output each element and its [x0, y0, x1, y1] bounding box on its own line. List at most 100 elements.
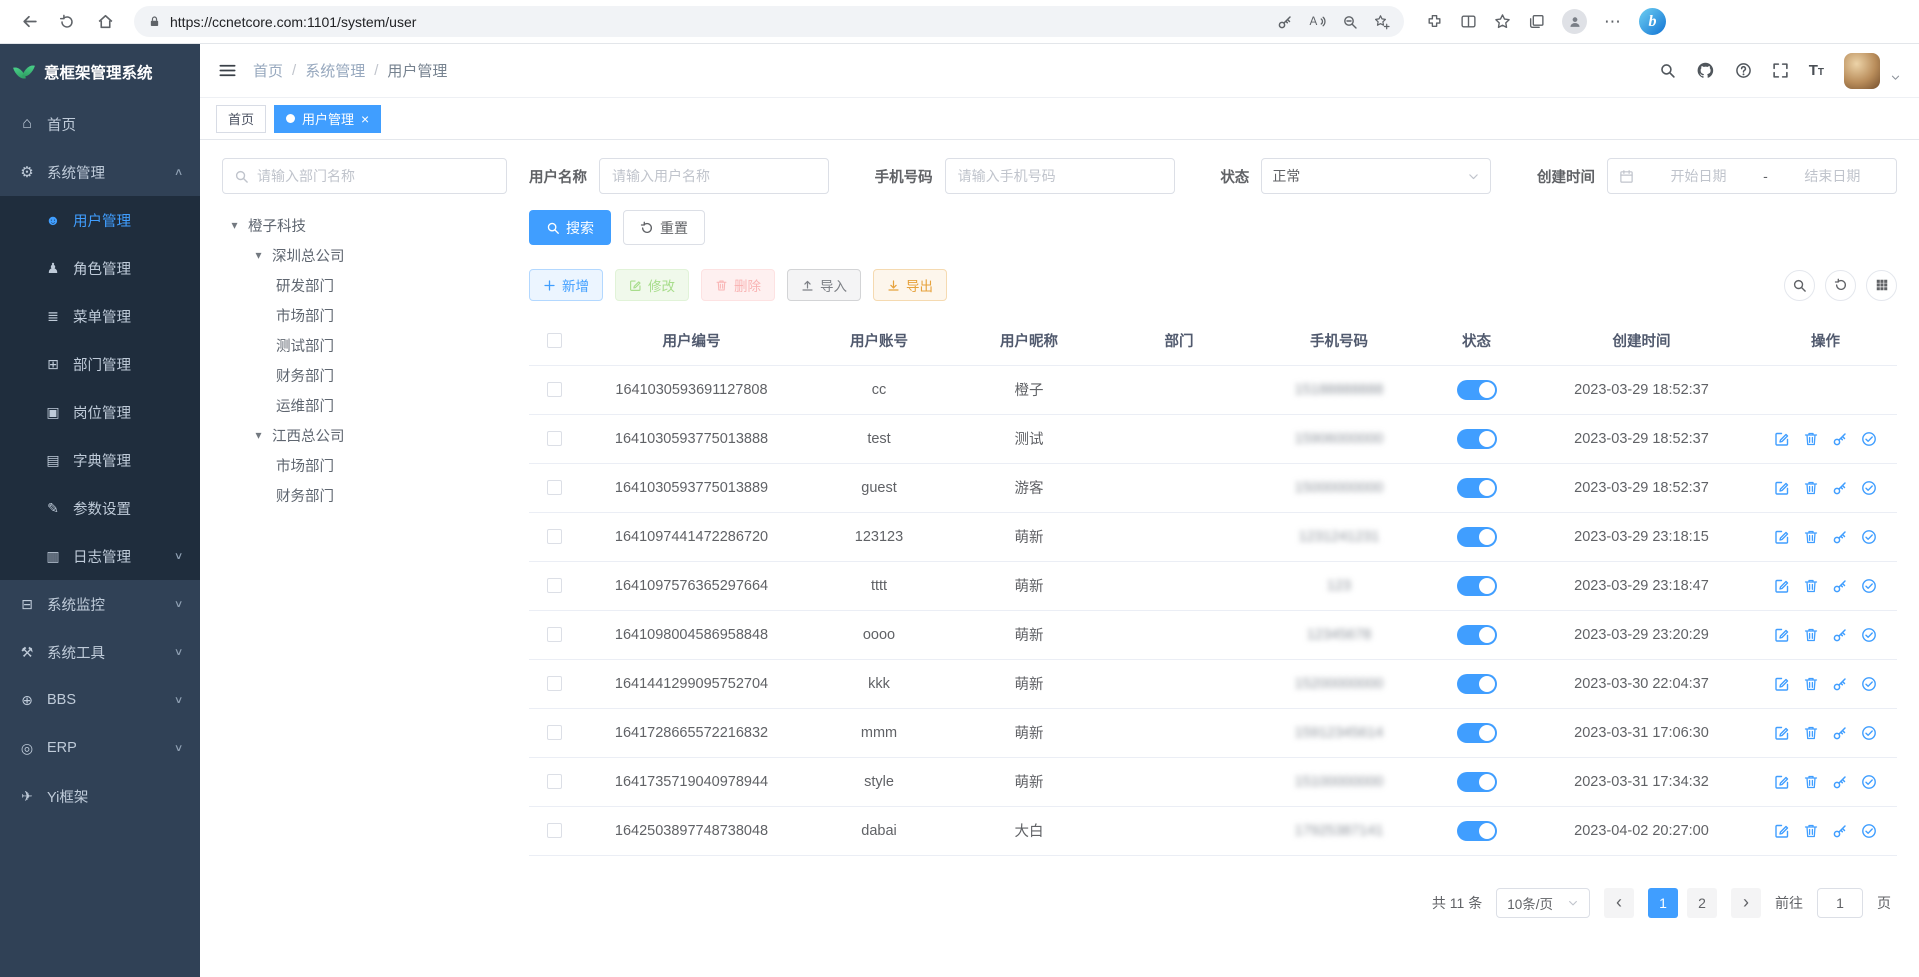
- delete-icon[interactable]: [1803, 774, 1819, 790]
- status-toggle[interactable]: [1457, 527, 1497, 547]
- delete-icon[interactable]: [1803, 578, 1819, 594]
- browser-menu-icon[interactable]: [1604, 12, 1622, 32]
- edit-icon[interactable]: [1774, 725, 1790, 741]
- read-aloud-icon[interactable]: [1309, 13, 1326, 30]
- phone-input[interactable]: [945, 158, 1175, 194]
- search-button[interactable]: 搜索: [529, 210, 611, 245]
- reset-password-icon[interactable]: [1832, 676, 1848, 692]
- edit-icon[interactable]: [1774, 431, 1790, 447]
- page-size-select[interactable]: 10条/页: [1496, 888, 1590, 918]
- tree-caret-icon[interactable]: ▾: [252, 248, 265, 262]
- split-screen-icon[interactable]: [1460, 13, 1477, 30]
- status-toggle[interactable]: [1457, 380, 1497, 400]
- reset-password-icon[interactable]: [1832, 529, 1848, 545]
- tree-node[interactable]: 市场部门: [222, 450, 507, 480]
- edit-button[interactable]: 修改: [615, 269, 689, 301]
- import-button[interactable]: 导入: [787, 269, 861, 301]
- fullscreen-icon[interactable]: [1772, 62, 1789, 79]
- row-checkbox[interactable]: [547, 382, 562, 397]
- status-toggle[interactable]: [1457, 478, 1497, 498]
- prev-page-button[interactable]: [1604, 888, 1634, 918]
- tree-node[interactable]: 测试部门: [222, 330, 507, 360]
- refresh-table-icon[interactable]: [1825, 270, 1856, 301]
- delete-icon[interactable]: [1803, 480, 1819, 496]
- assign-role-icon[interactable]: [1861, 529, 1877, 545]
- status-toggle[interactable]: [1457, 674, 1497, 694]
- sidebar-item-home[interactable]: 首页: [0, 100, 200, 148]
- row-checkbox[interactable]: [547, 480, 562, 495]
- assign-role-icon[interactable]: [1861, 431, 1877, 447]
- tab-close-icon[interactable]: ×: [361, 112, 369, 126]
- row-checkbox[interactable]: [547, 676, 562, 691]
- export-button[interactable]: 导出: [873, 269, 947, 301]
- row-checkbox[interactable]: [547, 774, 562, 789]
- lock-icon[interactable]: [148, 15, 161, 28]
- tree-node[interactable]: 财务部门: [222, 360, 507, 390]
- status-toggle[interactable]: [1457, 821, 1497, 841]
- sidebar-item-system-manage[interactable]: 系统管理 ∧: [0, 148, 200, 196]
- collections-icon[interactable]: [1528, 13, 1545, 30]
- address-bar[interactable]: https://ccnetcore.com:1101/system/user: [134, 6, 1404, 37]
- tree-node[interactable]: ▾ 橙子科技: [222, 210, 507, 240]
- status-toggle[interactable]: [1457, 429, 1497, 449]
- assign-role-icon[interactable]: [1861, 676, 1877, 692]
- avatar-caret-icon[interactable]: [1890, 72, 1901, 83]
- edit-icon[interactable]: [1774, 627, 1790, 643]
- back-button[interactable]: [14, 7, 44, 37]
- edit-icon[interactable]: [1774, 774, 1790, 790]
- tree-caret-icon[interactable]: ▾: [252, 428, 265, 442]
- sidebar-item-menu-manage[interactable]: 菜单管理: [0, 292, 200, 340]
- home-button[interactable]: [90, 7, 120, 37]
- next-page-button[interactable]: [1731, 888, 1761, 918]
- delete-icon[interactable]: [1803, 627, 1819, 643]
- status-select[interactable]: 正常: [1261, 158, 1491, 194]
- edit-icon[interactable]: [1774, 480, 1790, 496]
- tree-node[interactable]: 财务部门: [222, 480, 507, 510]
- extensions-icon[interactable]: [1426, 13, 1443, 30]
- sidebar-item-dict-manage[interactable]: 字典管理: [0, 436, 200, 484]
- password-key-icon[interactable]: [1277, 14, 1293, 30]
- column-settings-icon[interactable]: [1866, 270, 1897, 301]
- page-number-button[interactable]: 2: [1687, 888, 1717, 918]
- sidebar-item-role-manage[interactable]: 角色管理: [0, 244, 200, 292]
- delete-icon[interactable]: [1803, 431, 1819, 447]
- tab[interactable]: 用户管理 ×: [274, 105, 381, 133]
- favorites-icon[interactable]: [1494, 13, 1511, 30]
- row-checkbox[interactable]: [547, 578, 562, 593]
- tab[interactable]: 首页: [216, 105, 266, 133]
- dept-search-input[interactable]: [257, 168, 495, 184]
- row-checkbox[interactable]: [547, 823, 562, 838]
- header-search-icon[interactable]: [1659, 62, 1676, 79]
- sidebar-item-log-manage[interactable]: 日志管理 ∨: [0, 532, 200, 580]
- assign-role-icon[interactable]: [1861, 480, 1877, 496]
- sidebar-toggle-icon[interactable]: [218, 61, 237, 80]
- assign-role-icon[interactable]: [1861, 774, 1877, 790]
- edit-icon[interactable]: [1774, 823, 1790, 839]
- add-button[interactable]: 新增: [529, 269, 603, 301]
- assign-role-icon[interactable]: [1861, 725, 1877, 741]
- delete-icon[interactable]: [1803, 725, 1819, 741]
- sidebar-item-system-monitor[interactable]: 系统监控 ∨: [0, 580, 200, 628]
- status-toggle[interactable]: [1457, 772, 1497, 792]
- sidebar-item-system-tools[interactable]: 系统工具 ∨: [0, 628, 200, 676]
- add-favorite-icon[interactable]: [1374, 14, 1390, 30]
- sidebar-item-user-manage[interactable]: 用户管理: [0, 196, 200, 244]
- breadcrumb-item[interactable]: 系统管理: [305, 60, 365, 81]
- status-toggle[interactable]: [1457, 625, 1497, 645]
- assign-role-icon[interactable]: [1861, 578, 1877, 594]
- tree-node[interactable]: ▾ 深圳总公司: [222, 240, 507, 270]
- reset-button[interactable]: 重置: [623, 210, 705, 245]
- sidebar-item-bbs[interactable]: BBS ∨: [0, 676, 200, 724]
- font-size-icon[interactable]: [1809, 62, 1824, 79]
- reset-password-icon[interactable]: [1832, 823, 1848, 839]
- copilot-icon[interactable]: [1639, 8, 1666, 35]
- row-checkbox[interactable]: [547, 529, 562, 544]
- docs-question-icon[interactable]: [1735, 62, 1752, 79]
- username-input[interactable]: [599, 158, 829, 194]
- delete-button[interactable]: 删除: [701, 269, 775, 301]
- edit-icon[interactable]: [1774, 676, 1790, 692]
- reset-password-icon[interactable]: [1832, 774, 1848, 790]
- row-checkbox[interactable]: [547, 431, 562, 446]
- tree-node[interactable]: 市场部门: [222, 300, 507, 330]
- sidebar-item-param-setting[interactable]: 参数设置: [0, 484, 200, 532]
